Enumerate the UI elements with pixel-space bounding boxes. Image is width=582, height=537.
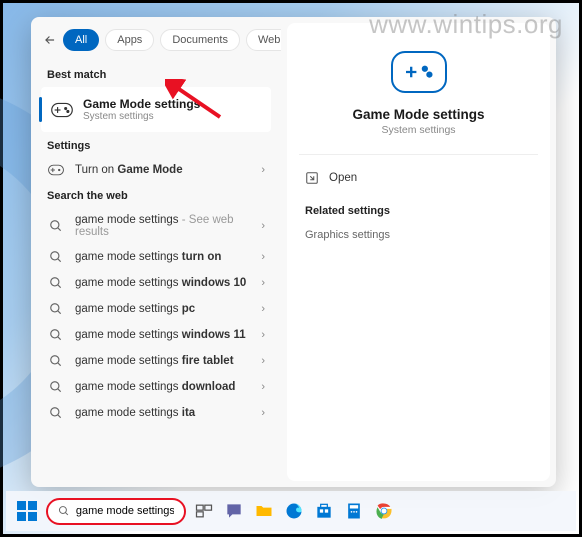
tab-web[interactable]: Web (246, 29, 281, 51)
best-match-title: Game Mode settings (83, 97, 200, 111)
back-button[interactable] (43, 27, 57, 53)
settings-section-label: Settings (31, 132, 281, 158)
best-match-subtitle: System settings (83, 111, 200, 122)
search-icon (47, 406, 65, 420)
taskbar (6, 491, 576, 531)
chrome-icon[interactable] (372, 499, 396, 523)
chevron-right-icon: › (261, 381, 265, 393)
best-match-result[interactable]: Game Mode settings System settings (41, 87, 271, 132)
chevron-right-icon: › (261, 303, 265, 315)
task-view-icon[interactable] (192, 499, 216, 523)
search-icon (47, 219, 65, 233)
open-icon (305, 171, 319, 185)
store-icon[interactable] (312, 499, 336, 523)
web-result-text: game mode settings windows 11 (75, 329, 251, 341)
details-title: Game Mode settings (352, 107, 484, 122)
web-result-item[interactable]: game mode settings - See web results › (31, 208, 281, 244)
settings-result-turn-on[interactable]: Turn on Game Mode › (31, 158, 281, 182)
chevron-right-icon: › (261, 329, 265, 341)
taskbar-search-input[interactable] (76, 505, 174, 517)
best-match-label: Best match (31, 61, 281, 87)
graphics-settings-link[interactable]: Graphics settings (303, 225, 534, 245)
search-icon (47, 328, 65, 342)
web-result-text: game mode settings turn on (75, 251, 251, 263)
game-controller-icon-large (391, 51, 447, 93)
tab-all[interactable]: All (63, 29, 99, 51)
chevron-right-icon: › (261, 220, 265, 232)
taskbar-search-box[interactable] (46, 498, 186, 525)
web-result-text: game mode settings fire tablet (75, 355, 251, 367)
search-web-label: Search the web (31, 182, 281, 208)
web-result-text: game mode settings windows 10 (75, 277, 251, 289)
filter-tabs-bar: All Apps Documents Web Settings Folders … (31, 17, 281, 61)
settings-result-text: Turn on Game Mode (75, 164, 251, 176)
web-result-item[interactable]: game mode settings pc › (31, 296, 281, 322)
tab-documents[interactable]: Documents (160, 29, 240, 51)
web-result-item[interactable]: game mode settings turn on › (31, 244, 281, 270)
search-icon (47, 380, 65, 394)
results-left-column: All Apps Documents Web Settings Folders … (31, 17, 281, 487)
web-result-item[interactable]: game mode settings windows 11 › (31, 322, 281, 348)
chevron-right-icon: › (261, 251, 265, 263)
web-result-item[interactable]: game mode settings fire tablet › (31, 348, 281, 374)
game-controller-icon (47, 164, 65, 176)
search-icon (47, 302, 65, 316)
game-controller-icon (51, 99, 73, 121)
chat-icon[interactable] (222, 499, 246, 523)
open-action[interactable]: Open (303, 165, 534, 191)
start-button[interactable] (14, 498, 40, 524)
search-results-panel: All Apps Documents Web Settings Folders … (31, 17, 556, 487)
search-icon (47, 276, 65, 290)
search-icon (58, 504, 70, 518)
web-result-text: game mode settings download (75, 381, 251, 393)
web-result-item[interactable]: game mode settings windows 10 › (31, 270, 281, 296)
calculator-icon[interactable] (342, 499, 366, 523)
web-result-item[interactable]: game mode settings ita › (31, 400, 281, 426)
details-subtitle: System settings (381, 124, 455, 136)
open-label: Open (329, 172, 357, 184)
web-result-text: game mode settings pc (75, 303, 251, 315)
file-explorer-icon[interactable] (252, 499, 276, 523)
web-result-item[interactable]: game mode settings download › (31, 374, 281, 400)
search-icon (47, 354, 65, 368)
edge-icon[interactable] (282, 499, 306, 523)
web-result-text: game mode settings - See web results (75, 214, 251, 238)
tab-apps[interactable]: Apps (105, 29, 154, 51)
chevron-right-icon: › (261, 355, 265, 367)
related-settings-label: Related settings (303, 191, 534, 225)
chevron-right-icon: › (261, 277, 265, 289)
chevron-right-icon: › (261, 407, 265, 419)
web-result-text: game mode settings ita (75, 407, 251, 419)
chevron-right-icon: › (261, 164, 265, 176)
details-pane: Game Mode settings System settings Open … (287, 23, 550, 481)
watermark-text: www.wintips.org (369, 9, 563, 40)
search-icon (47, 250, 65, 264)
